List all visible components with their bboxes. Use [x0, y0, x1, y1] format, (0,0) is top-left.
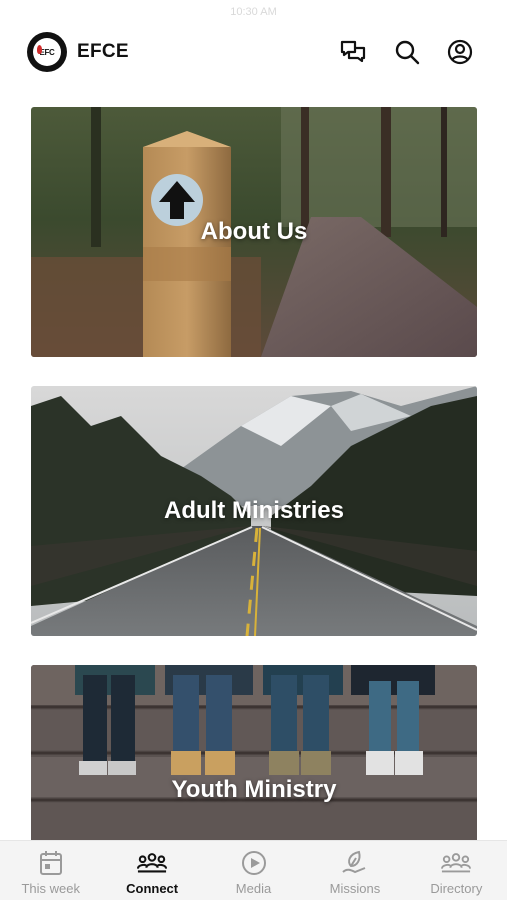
status-bar: 10:30 AM — [0, 0, 507, 24]
tab-media[interactable]: Media — [203, 841, 304, 900]
chat-icon[interactable] — [339, 38, 367, 66]
play-icon — [239, 849, 269, 877]
app-header: EFC EFCE — [0, 28, 507, 78]
flame-icon — [37, 45, 42, 54]
group-icon — [441, 849, 472, 877]
app-logo[interactable]: EFC — [27, 32, 67, 72]
app-title: EFCE — [77, 41, 129, 62]
account-icon[interactable] — [446, 38, 474, 66]
status-time: 10:30 AM — [230, 6, 277, 18]
leaf-hand-icon — [340, 849, 370, 877]
tab-missions[interactable]: Missions — [304, 841, 405, 900]
tab-label: This week — [21, 881, 80, 896]
tab-this-week[interactable]: This week — [0, 841, 101, 900]
card-about-us[interactable]: About Us — [31, 107, 477, 357]
card-title: Youth Ministry — [171, 776, 337, 803]
bottom-tab-bar: This week Connect Media Missions Directo… — [0, 840, 507, 900]
youth-bench-image — [31, 665, 477, 840]
card-adult-ministries[interactable]: Adult Ministries — [31, 386, 477, 636]
people-icon — [137, 849, 168, 877]
card-youth-ministry[interactable]: Youth Ministry — [31, 665, 477, 840]
search-icon[interactable] — [393, 38, 421, 66]
tab-label: Media — [235, 881, 272, 896]
tab-label: Missions — [329, 881, 381, 896]
tab-directory[interactable]: Directory — [406, 841, 507, 900]
tab-label: Connect — [126, 881, 179, 896]
card-title: About Us — [200, 218, 308, 245]
tab-connect[interactable]: Connect — [101, 841, 202, 900]
calendar-icon — [36, 849, 66, 877]
card-title: Adult Ministries — [163, 497, 344, 524]
tab-label: Directory — [430, 881, 483, 896]
